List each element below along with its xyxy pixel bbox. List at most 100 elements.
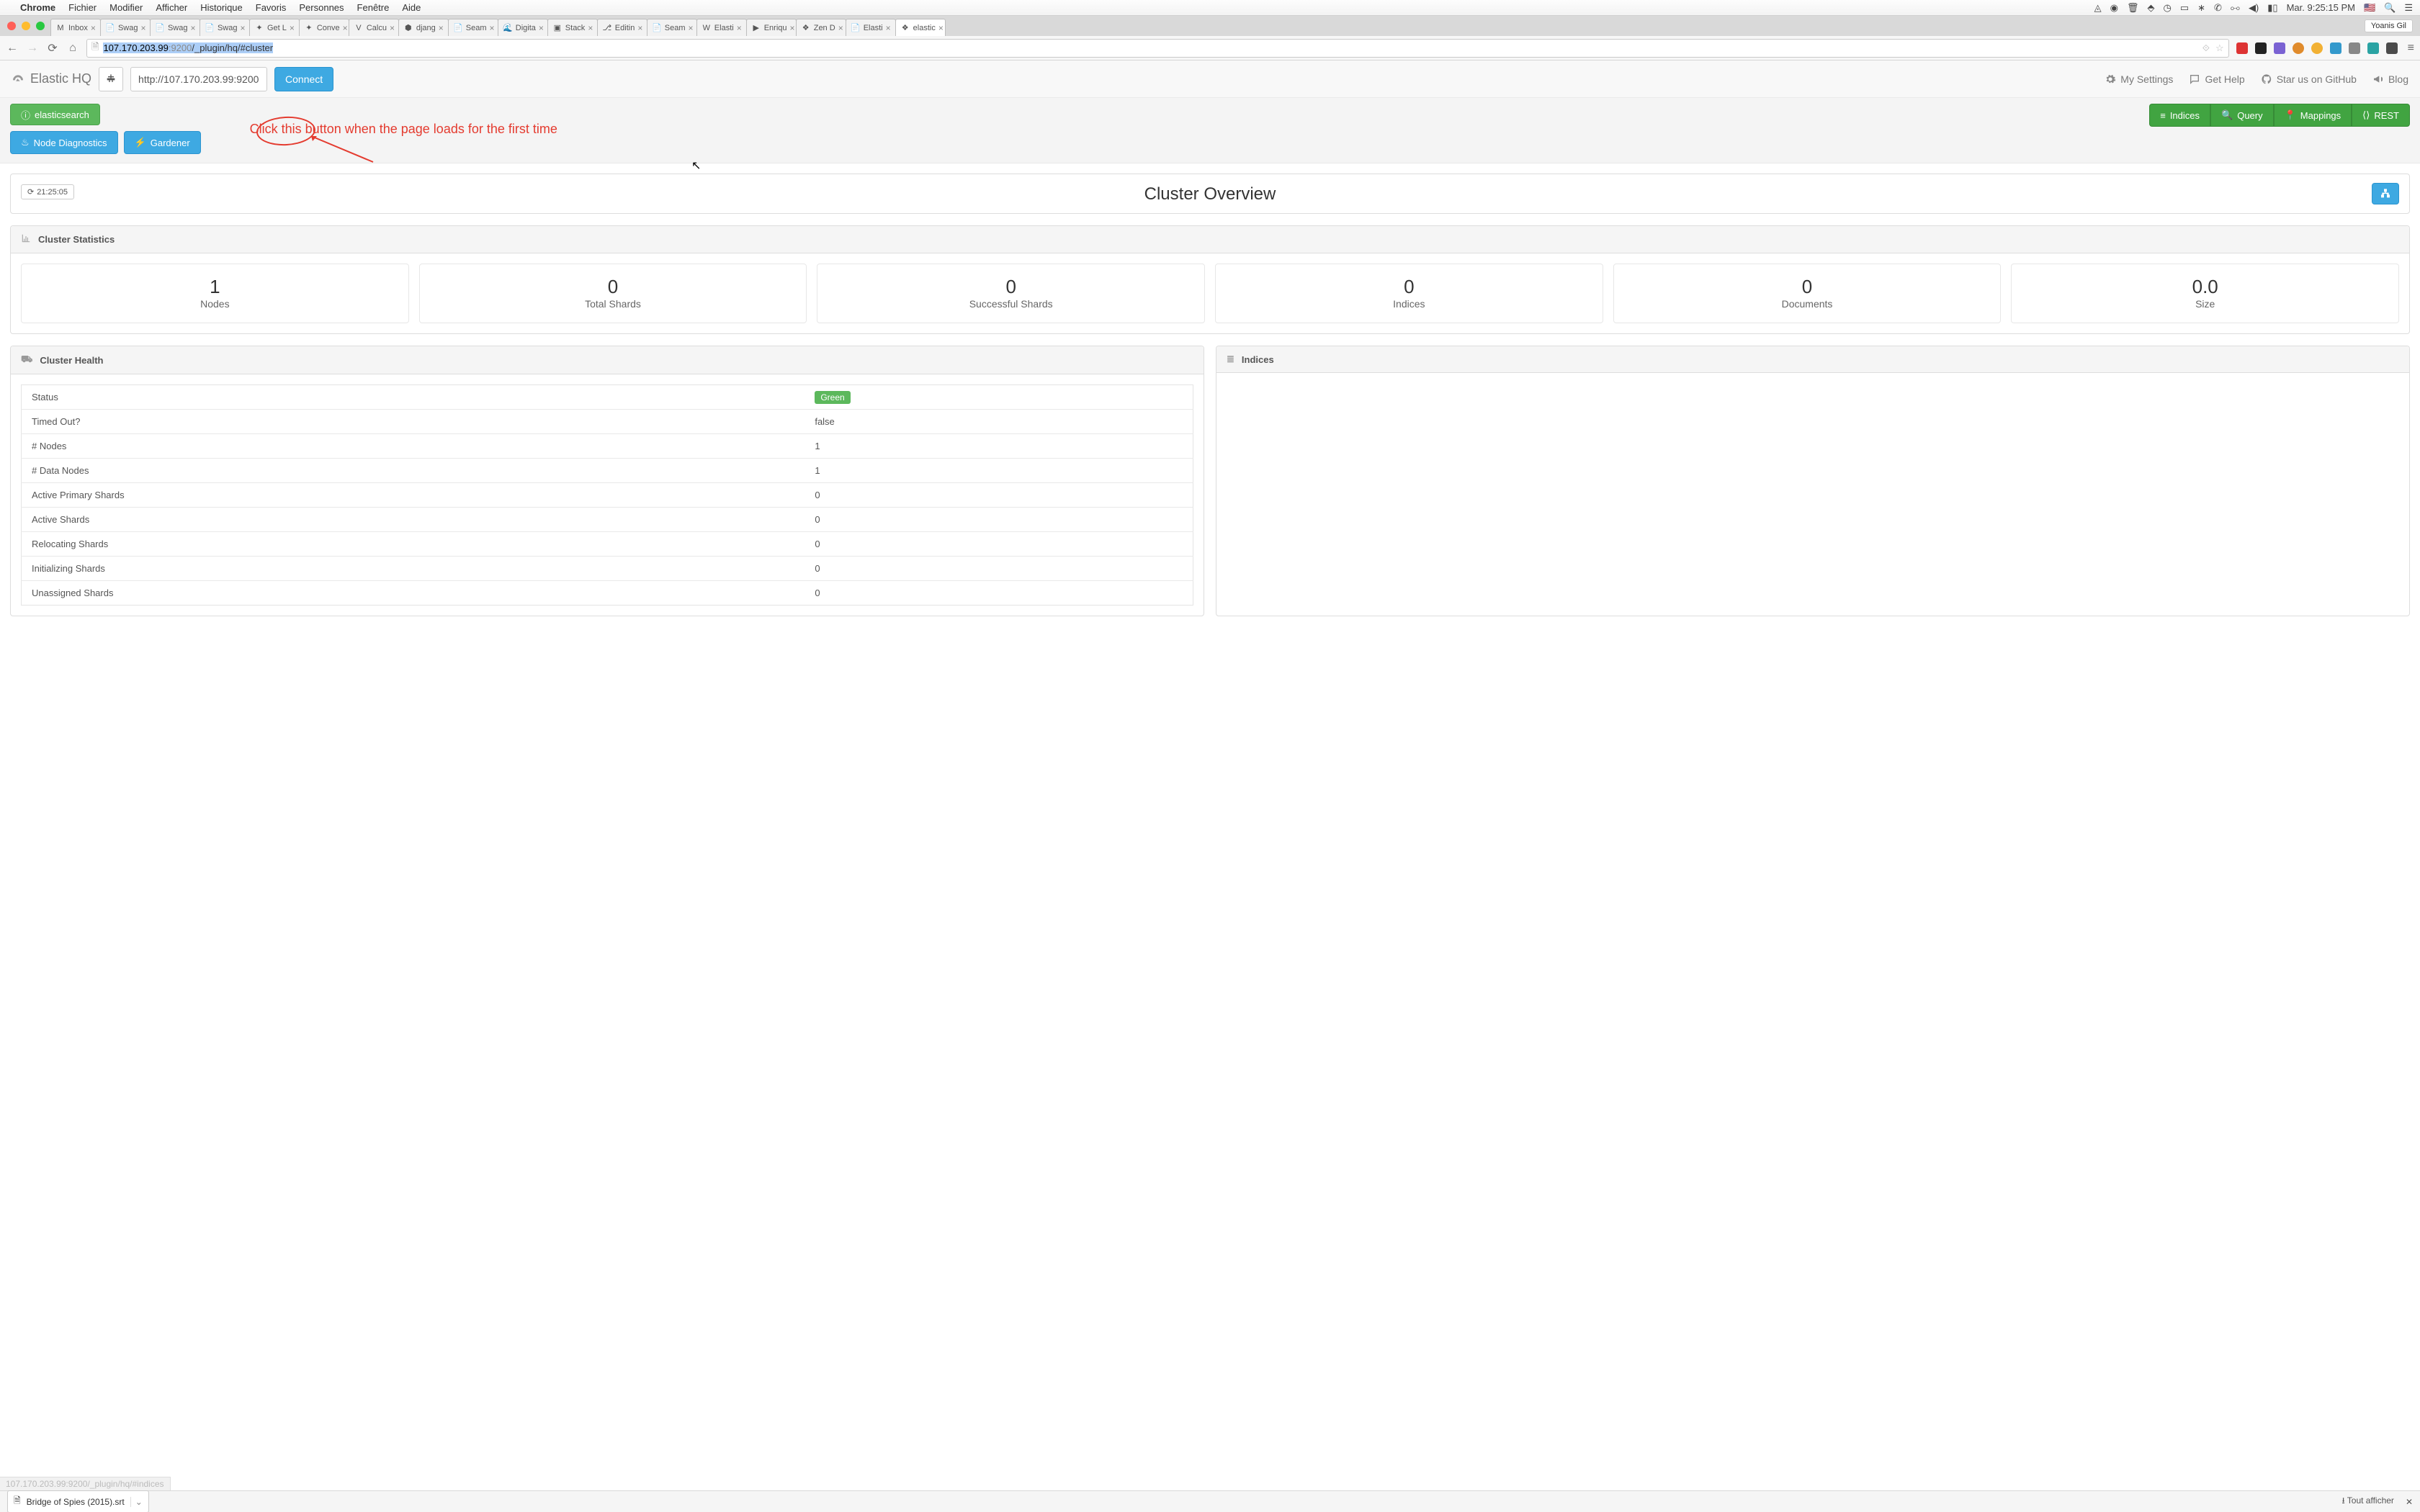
tab-close-icon[interactable]: ×	[588, 23, 593, 33]
cluster-name-button[interactable]: ⓘ elasticsearch	[10, 104, 100, 125]
menubar-notif-icon[interactable]: ☰	[2404, 2, 2413, 14]
window-close-button[interactable]	[7, 22, 16, 30]
translate-icon[interactable]: ⟐	[2202, 42, 2210, 54]
omnibox[interactable]: 🗎 107.170.203.99:9200/_plugin/hq/#cluste…	[86, 39, 2229, 58]
menubar-spotlight-icon[interactable]: 🔍	[2384, 2, 2396, 14]
ext-icon[interactable]	[2236, 42, 2248, 54]
ext-icon[interactable]	[2367, 42, 2379, 54]
browser-tab[interactable]: ▣Stack×	[547, 19, 598, 36]
bookmark-star-icon[interactable]: ☆	[2215, 42, 2224, 54]
browser-tab[interactable]: 📄Seam×	[647, 19, 697, 36]
menubar-drive-icon[interactable]: ◬	[2094, 2, 2102, 14]
browser-tab[interactable]: 🌊Digita×	[498, 19, 548, 36]
download-chip[interactable]: 🗎 Bridge of Spies (2015).srt ⌄	[7, 1490, 149, 1512]
browser-tab[interactable]: VCalcu×	[349, 19, 399, 36]
indices-tab-button[interactable]: ≡Indices	[2149, 104, 2210, 127]
rest-tab-button[interactable]: ⟨⟩REST	[2352, 104, 2410, 127]
menu-historique[interactable]: Historique	[200, 2, 243, 13]
blog-link[interactable]: Blog	[2372, 73, 2408, 85]
ext-icon[interactable]	[2311, 42, 2323, 54]
tab-close-icon[interactable]: ×	[190, 23, 195, 33]
ext-icon[interactable]	[2349, 42, 2360, 54]
my-settings-link[interactable]: My Settings	[2105, 73, 2173, 85]
menubar-wifi-icon[interactable]: ⧟	[2231, 2, 2240, 14]
browser-tab[interactable]: WElasti×	[696, 19, 747, 36]
menubar-trash-icon[interactable]: 🗑	[2127, 2, 2139, 14]
ext-icon[interactable]	[2330, 42, 2341, 54]
menu-afficher[interactable]: Afficher	[156, 2, 187, 13]
github-link[interactable]: Star us on GitHub	[2261, 73, 2357, 85]
menu-personnes[interactable]: Personnes	[299, 2, 344, 13]
ext-icon[interactable]	[2255, 42, 2267, 54]
browser-tab[interactable]: 📄Swag×	[200, 19, 250, 36]
tab-close-icon[interactable]: ×	[689, 23, 694, 33]
connect-button[interactable]: Connect	[274, 67, 333, 91]
tab-close-icon[interactable]: ×	[439, 23, 444, 33]
query-tab-button[interactable]: 🔍Query	[2210, 104, 2274, 127]
ext-icon[interactable]	[2386, 42, 2398, 54]
mappings-tab-button[interactable]: 📍Mappings	[2274, 104, 2352, 127]
connection-url-input[interactable]	[130, 67, 267, 91]
browser-tab[interactable]: MInbox×	[50, 19, 101, 36]
browser-tab[interactable]: ❖elastic×	[895, 19, 946, 36]
menubar-phone-icon[interactable]: ✆	[2214, 2, 2222, 14]
tab-close-icon[interactable]: ×	[343, 23, 348, 33]
menubar-dropbox-icon[interactable]: ⬘	[2147, 2, 2154, 14]
browser-tab[interactable]: ▶Enriqu×	[746, 19, 797, 36]
menu-fenetre[interactable]: Fenêtre	[357, 2, 390, 13]
tab-close-icon[interactable]: ×	[140, 23, 145, 33]
reload-button[interactable]: ⟳	[46, 41, 59, 55]
browser-tab[interactable]: 📄Swag×	[150, 19, 200, 36]
menu-aide[interactable]: Aide	[402, 2, 421, 13]
get-help-link[interactable]: Get Help	[2189, 73, 2244, 85]
show-all-downloads-button[interactable]: ⭳ Tout afficher	[2341, 1494, 2393, 1509]
menubar-app-icon[interactable]: ◉	[2110, 2, 2118, 14]
sitemap-button[interactable]	[99, 67, 123, 91]
browser-tab[interactable]: ⬢djang×	[398, 19, 449, 36]
browser-tab[interactable]: ✦Get L×	[249, 19, 300, 36]
browser-tab[interactable]: ⎇Editin×	[597, 19, 647, 36]
tab-close-icon[interactable]: ×	[91, 23, 96, 33]
tab-close-icon[interactable]: ×	[390, 23, 395, 33]
tab-close-icon[interactable]: ×	[838, 23, 843, 33]
tab-close-icon[interactable]: ×	[290, 23, 295, 33]
tab-close-icon[interactable]: ×	[539, 23, 544, 33]
menu-modifier[interactable]: Modifier	[109, 2, 143, 13]
browser-tab[interactable]: ❖Zen D×	[796, 19, 846, 36]
tab-close-icon[interactable]: ×	[240, 23, 245, 33]
home-button[interactable]: ⌂	[66, 42, 79, 55]
chrome-menu-button[interactable]: ≡	[2408, 42, 2414, 55]
tab-close-icon[interactable]: ×	[886, 23, 891, 33]
gardener-button[interactable]: ⚡ Gardener	[124, 131, 201, 154]
back-button[interactable]: ←	[6, 42, 19, 55]
menubar-bt-icon[interactable]: ∗	[2197, 2, 2205, 14]
menubar-flag-icon[interactable]: 🇺🇸	[2364, 2, 2375, 14]
browser-tab[interactable]: 📄Seam×	[448, 19, 498, 36]
brand[interactable]: Elastic HQ	[12, 71, 91, 86]
window-maximize-button[interactable]	[36, 22, 45, 30]
menubar-volume-icon[interactable]: ◀)	[2249, 2, 2259, 14]
ext-icon[interactable]	[2274, 42, 2285, 54]
chevron-down-icon[interactable]: ⌄	[130, 1497, 143, 1507]
menubar-battery-icon[interactable]: ▮▯	[2267, 2, 2277, 14]
menubar-display-icon[interactable]: ▭	[2180, 2, 2189, 14]
browser-tab[interactable]: ✦Conve×	[299, 19, 349, 36]
browser-tab[interactable]: 📄Elasti×	[846, 19, 896, 36]
menubar-clock-icon[interactable]: ◷	[2163, 2, 2171, 14]
forward-button[interactable]: →	[26, 42, 39, 55]
menu-fichier[interactable]: Fichier	[68, 2, 97, 13]
menubar-clock[interactable]: Mar. 9:25:15 PM	[2287, 2, 2355, 13]
tab-close-icon[interactable]: ×	[790, 23, 795, 33]
tab-close-icon[interactable]: ×	[490, 23, 495, 33]
tab-close-icon[interactable]: ×	[637, 23, 642, 33]
node-diagnostics-button[interactable]: ♨ Node Diagnostics	[10, 131, 118, 154]
ext-icon[interactable]	[2293, 42, 2304, 54]
refresh-time-badge[interactable]: ⟳ 21:25:05	[21, 184, 74, 199]
tab-close-icon[interactable]: ×	[938, 23, 944, 33]
chrome-user-badge[interactable]: Yoanis Gil	[2365, 19, 2413, 32]
browser-tab[interactable]: 📄Swag×	[100, 19, 151, 36]
close-downloads-bar-button[interactable]: ✕	[2406, 1497, 2413, 1507]
menu-favoris[interactable]: Favoris	[256, 2, 287, 13]
cluster-topology-button[interactable]	[2372, 183, 2399, 204]
window-minimize-button[interactable]	[22, 22, 30, 30]
